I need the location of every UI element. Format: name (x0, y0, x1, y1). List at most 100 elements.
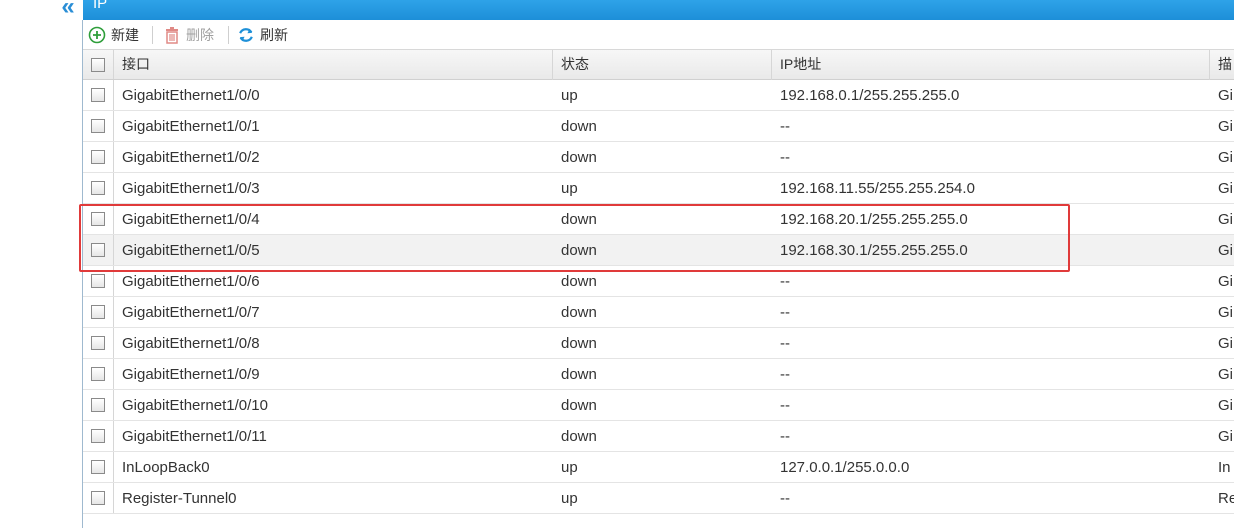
description-cell: Re (1218, 490, 1234, 507)
ip-cell: 192.168.0.1/255.255.255.0 (780, 87, 960, 104)
status-cell: up (561, 459, 578, 476)
table-row[interactable]: GigabitEthernet1/0/10 down -- Gi (83, 390, 1234, 421)
interface-cell: GigabitEthernet1/0/7 (122, 304, 260, 321)
ip-cell: -- (780, 428, 790, 445)
ip-cell: 127.0.0.1/255.0.0.0 (780, 459, 910, 476)
interface-cell: GigabitEthernet1/0/1 (122, 118, 260, 135)
table-row[interactable]: GigabitEthernet1/0/8 down -- Gi (83, 328, 1234, 359)
row-checkbox-cell (83, 421, 114, 451)
row-checkbox[interactable] (91, 150, 105, 164)
top-strip: « IP (0, 0, 1234, 20)
description-cell: Gi (1218, 87, 1233, 104)
status-cell: down (561, 273, 597, 290)
refresh-icon (237, 26, 255, 44)
table-row[interactable]: GigabitEthernet1/0/5 down 192.168.30.1/2… (83, 235, 1234, 266)
table-row[interactable]: Register-Tunnel0 up -- Re (83, 483, 1234, 514)
interface-cell: GigabitEthernet1/0/11 (122, 428, 267, 445)
description-cell: Gi (1218, 366, 1233, 383)
ip-cell: -- (780, 118, 790, 135)
status-cell: up (561, 180, 578, 197)
table-row[interactable]: InLoopBack0 up 127.0.0.1/255.0.0.0 In (83, 452, 1234, 483)
description-cell: Gi (1218, 149, 1233, 166)
row-checkbox[interactable] (91, 212, 105, 226)
interface-cell: Register-Tunnel0 (122, 490, 237, 507)
interface-cell: InLoopBack0 (122, 459, 210, 476)
interface-cell: GigabitEthernet1/0/4 (122, 211, 260, 228)
table-row[interactable]: GigabitEthernet1/0/9 down -- Gi (83, 359, 1234, 390)
row-checkbox-cell (83, 328, 114, 358)
status-cell: down (561, 428, 597, 445)
ip-cell: -- (780, 304, 790, 321)
row-checkbox-cell (83, 142, 114, 172)
description-cell: Gi (1218, 242, 1233, 259)
table-row[interactable]: GigabitEthernet1/0/4 down 192.168.20.1/2… (83, 204, 1234, 235)
row-checkbox-cell (83, 204, 114, 234)
column-header-description[interactable]: 描 (1210, 50, 1234, 80)
sidebar-header: « (0, 0, 83, 20)
table-row[interactable]: GigabitEthernet1/0/7 down -- Gi (83, 297, 1234, 328)
row-checkbox[interactable] (91, 367, 105, 381)
status-cell: down (561, 304, 597, 321)
ip-cell: 192.168.11.55/255.255.254.0 (780, 180, 975, 197)
status-cell: up (561, 490, 578, 507)
description-cell: In (1218, 459, 1231, 476)
interface-cell: GigabitEthernet1/0/0 (122, 87, 260, 104)
header-checkbox-cell (83, 50, 114, 79)
interface-cell: GigabitEthernet1/0/10 (122, 397, 268, 414)
new-button[interactable]: 新建 (88, 24, 139, 46)
ip-cell: -- (780, 335, 790, 352)
double-chevron-left-icon[interactable]: « (55, 0, 81, 19)
row-checkbox[interactable] (91, 398, 105, 412)
interface-cell: GigabitEthernet1/0/3 (122, 180, 260, 197)
table-row[interactable]: GigabitEthernet1/0/2 down -- Gi (83, 142, 1234, 173)
table-row[interactable]: GigabitEthernet1/0/3 up 192.168.11.55/25… (83, 173, 1234, 204)
interface-cell: GigabitEthernet1/0/8 (122, 335, 260, 352)
table-row[interactable]: GigabitEthernet1/0/0 up 192.168.0.1/255.… (83, 80, 1234, 111)
ip-cell: -- (780, 397, 790, 414)
row-checkbox[interactable] (91, 119, 105, 133)
row-checkbox-cell (83, 452, 114, 482)
row-checkbox[interactable] (91, 243, 105, 257)
row-checkbox[interactable] (91, 460, 105, 474)
table-row[interactable]: GigabitEthernet1/0/1 down -- Gi (83, 111, 1234, 142)
row-checkbox[interactable] (91, 88, 105, 102)
row-checkbox-cell (83, 173, 114, 203)
refresh-button[interactable]: 刷新 (237, 24, 288, 46)
select-all-checkbox[interactable] (91, 58, 105, 72)
status-cell: down (561, 366, 597, 383)
row-checkbox-cell (83, 266, 114, 296)
row-checkbox[interactable] (91, 429, 105, 443)
row-checkbox-cell (83, 297, 114, 327)
row-checkbox[interactable] (91, 491, 105, 505)
row-checkbox-cell (83, 390, 114, 420)
row-checkbox[interactable] (91, 181, 105, 195)
description-cell: Gi (1218, 428, 1233, 445)
interface-cell: GigabitEthernet1/0/2 (122, 149, 260, 166)
column-header-ip[interactable]: IP地址 (772, 50, 1210, 80)
ip-cell: -- (780, 366, 790, 383)
status-cell: down (561, 242, 597, 259)
new-button-label: 新建 (111, 27, 139, 43)
row-checkbox-cell (83, 359, 114, 389)
panel-title: IP (93, 0, 108, 12)
row-checkbox[interactable] (91, 336, 105, 350)
description-cell: Gi (1218, 304, 1233, 321)
toolbar-divider (228, 26, 229, 44)
column-header-status[interactable]: 状态 (553, 50, 772, 80)
interface-cell: GigabitEthernet1/0/5 (122, 242, 260, 259)
trash-icon (163, 26, 181, 44)
row-checkbox-cell (83, 111, 114, 141)
column-header-interface[interactable]: 接口 (114, 50, 553, 80)
row-checkbox[interactable] (91, 305, 105, 319)
status-cell: down (561, 335, 597, 352)
status-cell: down (561, 149, 597, 166)
table-row[interactable]: GigabitEthernet1/0/11 down -- Gi (83, 421, 1234, 452)
ip-cell: -- (780, 149, 790, 166)
table-row[interactable]: GigabitEthernet1/0/6 down -- Gi (83, 266, 1234, 297)
toolbar: 新建 删除 刷新 (83, 20, 1234, 50)
description-cell: Gi (1218, 118, 1233, 135)
row-checkbox[interactable] (91, 274, 105, 288)
panel-header: IP (83, 0, 1234, 20)
delete-button[interactable]: 删除 (163, 24, 214, 46)
interface-cell: GigabitEthernet1/0/6 (122, 273, 260, 290)
